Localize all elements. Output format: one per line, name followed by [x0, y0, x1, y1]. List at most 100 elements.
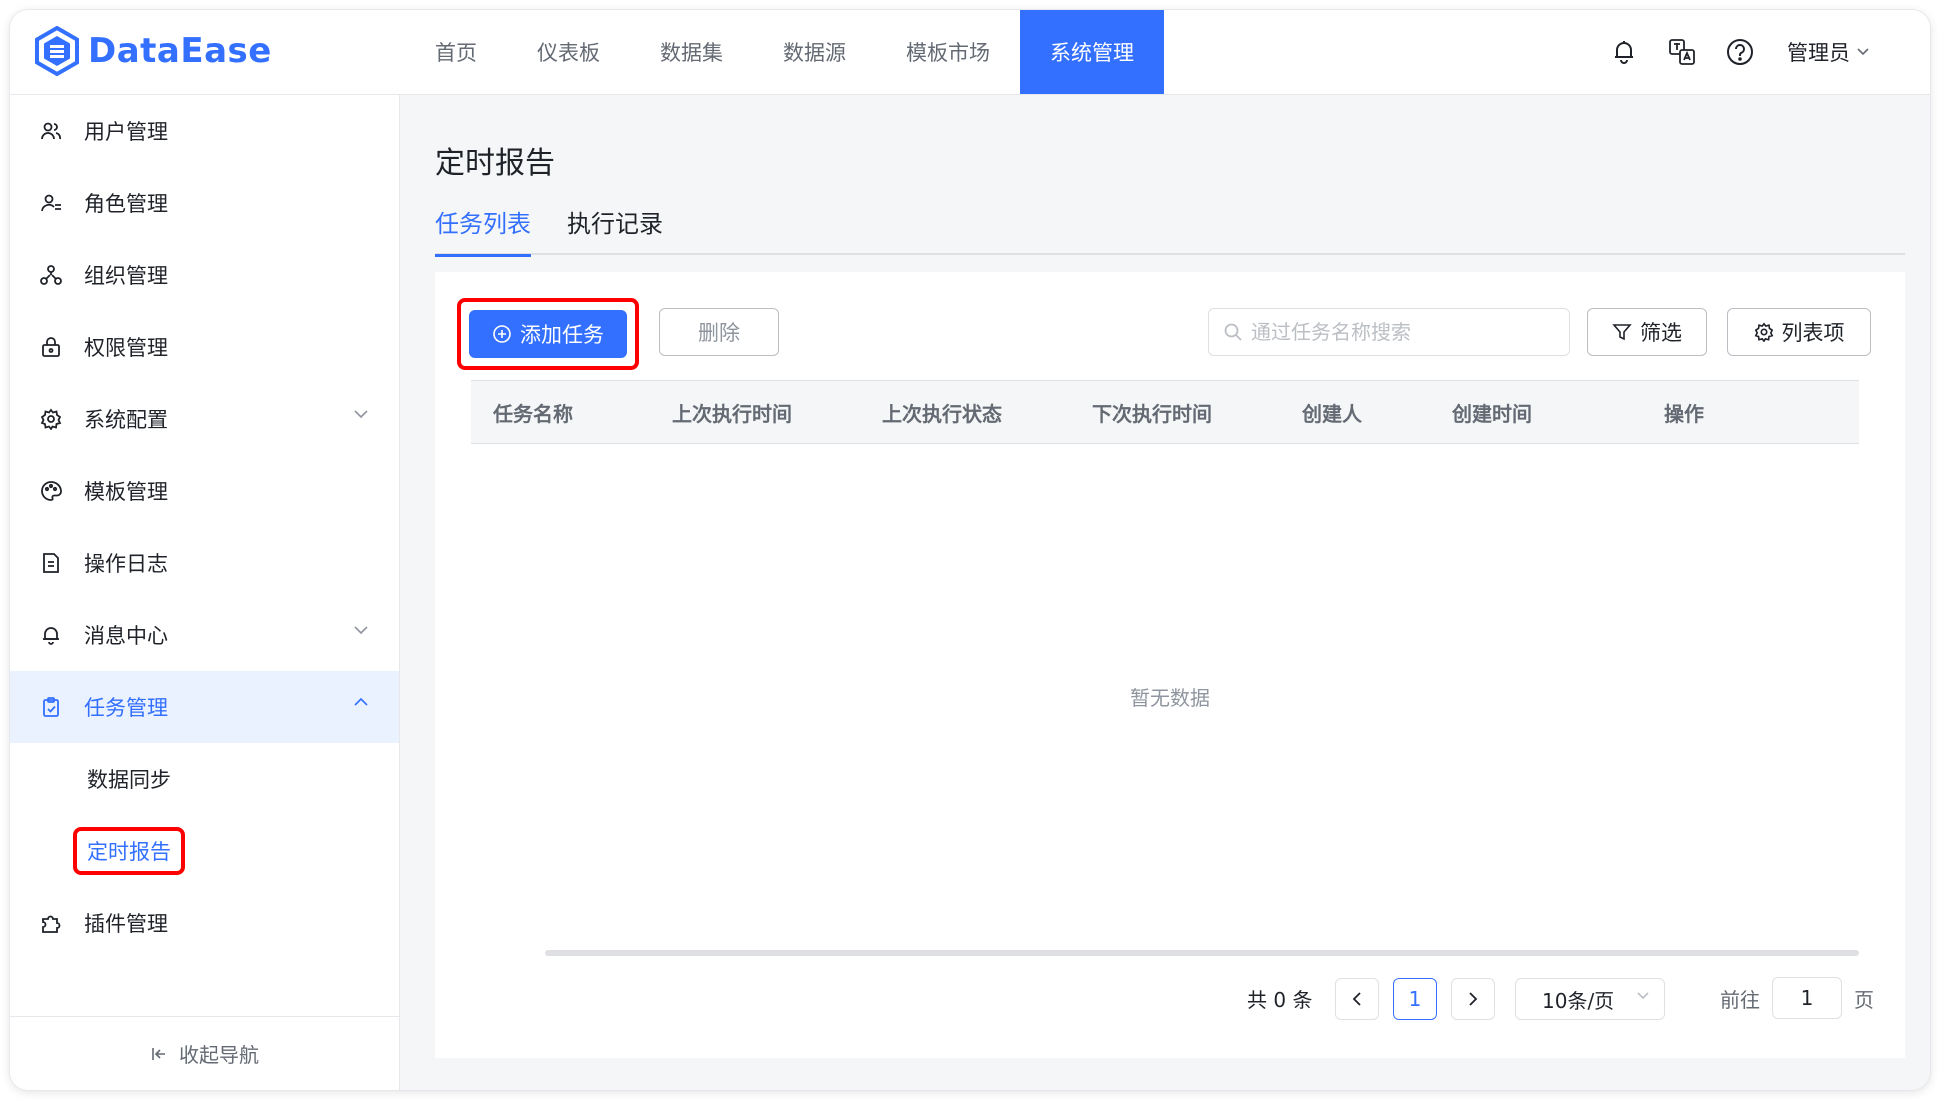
- header-actions: 管理员: [1607, 10, 1870, 94]
- content-card: 添加任务 删除 筛选 列表项 任务名称 上次执行时间 上次执行状态 下次执行时间…: [435, 272, 1905, 1058]
- sidebar-item-label: 任务管理: [84, 696, 168, 720]
- tab-task-list[interactable]: 任务列表: [435, 200, 531, 257]
- sidebar-item-label: 消息中心: [84, 624, 168, 648]
- column-header-create-time[interactable]: 创建时间: [1452, 381, 1532, 443]
- nav-dataset[interactable]: 数据集: [630, 10, 753, 94]
- filter-label: 筛选: [1640, 321, 1682, 345]
- goto-page-input[interactable]: [1772, 977, 1842, 1019]
- page-number-button[interactable]: 1: [1393, 978, 1437, 1020]
- filter-icon: [1612, 324, 1632, 341]
- chevron-down-icon: [354, 410, 368, 419]
- next-page-button[interactable]: [1451, 978, 1495, 1020]
- pagination: 共 0 条 1 10条/页 前往 页: [435, 974, 1905, 1022]
- chevron-down-icon: [1637, 992, 1649, 1000]
- sidebar-item-label: 插件管理: [84, 912, 168, 936]
- bell-icon: [40, 624, 62, 646]
- sidebar-subitem-scheduled-report[interactable]: 定时报告: [10, 815, 399, 887]
- chevron-down-icon: [1857, 48, 1869, 56]
- nav-system-management[interactable]: 系统管理: [1020, 10, 1164, 94]
- top-header: DataEase 首页 仪表板 数据集 数据源 模板市场 系统管理 管理员: [10, 10, 1930, 95]
- sidebar-subitem-label: 数据同步: [87, 768, 171, 792]
- filter-button[interactable]: 筛选: [1587, 308, 1707, 356]
- add-task-button[interactable]: 添加任务: [469, 310, 627, 358]
- page-size-select[interactable]: 10条/页: [1515, 978, 1665, 1020]
- sidebar-item-task-management[interactable]: 任务管理: [10, 671, 399, 743]
- chevron-up-icon: [354, 697, 368, 706]
- dataease-logo-icon: [35, 26, 79, 76]
- page-title: 定时报告: [435, 146, 555, 181]
- empty-state-text: 暂无数据: [1130, 686, 1210, 710]
- chevron-down-icon: [354, 626, 368, 635]
- add-task-label: 添加任务: [520, 323, 604, 347]
- nav-template-market[interactable]: 模板市场: [876, 10, 1020, 94]
- nav-dashboard[interactable]: 仪表板: [507, 10, 630, 94]
- palette-icon: [40, 480, 62, 502]
- column-header-last-run-status[interactable]: 上次执行状态: [882, 381, 1002, 443]
- org-icon: [40, 264, 62, 286]
- chevron-left-icon: [1352, 992, 1361, 1006]
- collapse-arrow-icon: [152, 1047, 165, 1060]
- sidebar-item-system-config[interactable]: 系统配置: [10, 383, 399, 455]
- table-header: 任务名称 上次执行时间 上次执行状态 下次执行时间 创建人 创建时间 操作: [471, 380, 1859, 444]
- logo-text: DataEase: [88, 31, 272, 71]
- column-header-next-run-time[interactable]: 下次执行时间: [1092, 381, 1212, 443]
- document-icon: [40, 552, 62, 574]
- sidebar-item-label: 用户管理: [84, 120, 168, 144]
- goto-suffix: 页: [1854, 987, 1874, 1012]
- column-header-last-run-time[interactable]: 上次执行时间: [672, 381, 792, 443]
- sidebar-item-users[interactable]: 用户管理: [10, 95, 399, 167]
- sidebar-item-message-center[interactable]: 消息中心: [10, 599, 399, 671]
- nav-home[interactable]: 首页: [405, 10, 507, 94]
- top-nav: 首页 仪表板 数据集 数据源 模板市场 系统管理: [405, 10, 1164, 94]
- sidebar-item-permissions[interactable]: 权限管理: [10, 311, 399, 383]
- search-box: [1208, 308, 1570, 356]
- user-name: 管理员: [1787, 41, 1850, 65]
- gear-icon: [40, 408, 62, 430]
- help-icon[interactable]: [1723, 35, 1757, 69]
- users-icon: [40, 120, 62, 142]
- sidebar-item-org[interactable]: 组织管理: [10, 239, 399, 311]
- column-settings-button[interactable]: 列表项: [1727, 308, 1871, 356]
- sidebar-item-templates[interactable]: 模板管理: [10, 455, 399, 527]
- puzzle-icon: [40, 912, 62, 934]
- sidebar-item-label: 操作日志: [84, 552, 168, 576]
- collapse-nav-label: 收起导航: [179, 1043, 259, 1067]
- column-header-creator[interactable]: 创建人: [1302, 381, 1362, 443]
- sidebar-item-roles[interactable]: 角色管理: [10, 167, 399, 239]
- add-task-highlight: 添加任务: [457, 298, 639, 370]
- column-header-task-name[interactable]: 任务名称: [493, 381, 573, 443]
- clipboard-icon: [40, 696, 62, 718]
- nav-datasource[interactable]: 数据源: [753, 10, 876, 94]
- goto-prefix: 前往: [1720, 987, 1760, 1012]
- search-input[interactable]: [1251, 320, 1551, 344]
- delete-button[interactable]: 删除: [659, 308, 779, 356]
- horizontal-scrollbar[interactable]: [545, 950, 1859, 956]
- delete-label: 删除: [698, 321, 740, 345]
- sidebar: 用户管理 角色管理 组织管理 权限管理 系统配置 模板管理 操作日志 消息中心 …: [10, 95, 400, 1090]
- translate-icon[interactable]: [1665, 35, 1699, 69]
- bell-icon[interactable]: [1607, 35, 1641, 69]
- sidebar-item-label: 组织管理: [84, 264, 168, 288]
- app-window: DataEase 首页 仪表板 数据集 数据源 模板市场 系统管理 管理员 用户…: [10, 10, 1930, 1090]
- prev-page-button[interactable]: [1335, 978, 1379, 1020]
- pagination-total: 共 0 条: [1247, 987, 1313, 1012]
- sidebar-subitem-label: 定时报告: [73, 827, 185, 875]
- lock-icon: [40, 336, 62, 358]
- sidebar-item-label: 模板管理: [84, 480, 168, 504]
- column-settings-label: 列表项: [1781, 321, 1845, 345]
- sidebar-item-label: 权限管理: [84, 336, 168, 360]
- sidebar-item-label: 角色管理: [84, 192, 168, 216]
- plus-circle-icon: [493, 325, 511, 343]
- collapse-nav-button[interactable]: 收起导航: [10, 1016, 400, 1090]
- sidebar-item-plugins[interactable]: 插件管理: [10, 887, 399, 959]
- search-icon: [1224, 323, 1242, 341]
- user-menu[interactable]: 管理员: [1787, 37, 1870, 67]
- sidebar-item-label: 系统配置: [84, 408, 168, 432]
- column-header-actions: 操作: [1664, 401, 1704, 426]
- logo[interactable]: DataEase: [34, 26, 272, 76]
- tab-execution-records[interactable]: 执行记录: [567, 200, 663, 255]
- sidebar-item-operation-log[interactable]: 操作日志: [10, 527, 399, 599]
- sidebar-subitem-data-sync[interactable]: 数据同步: [10, 743, 399, 815]
- role-icon: [40, 192, 62, 214]
- gear-icon: [1754, 322, 1773, 342]
